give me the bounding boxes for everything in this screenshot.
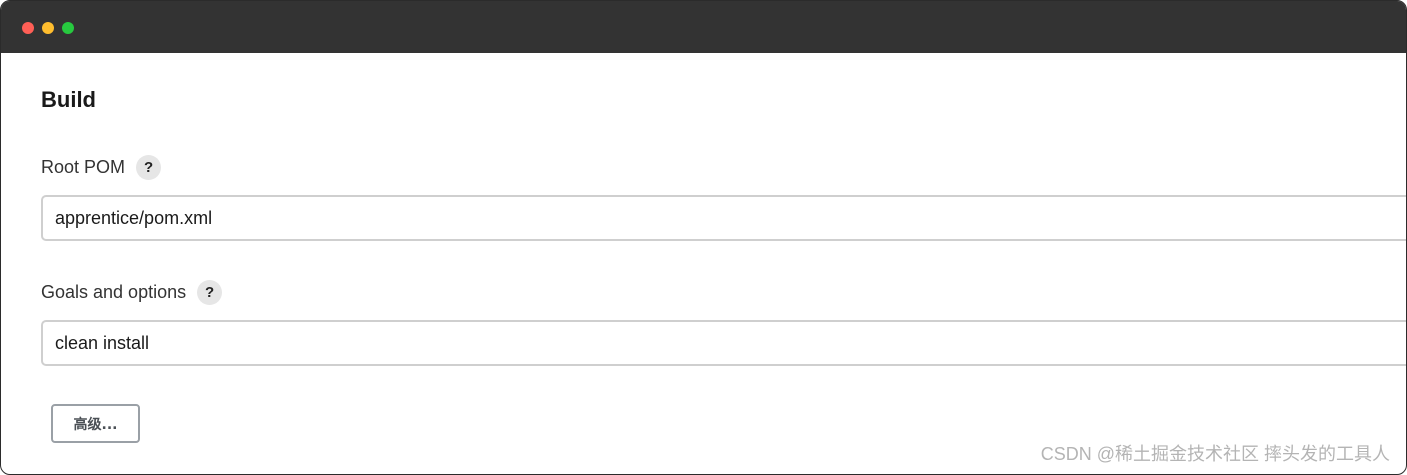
close-window-button[interactable]	[22, 22, 34, 34]
goals-options-label: Goals and options	[41, 282, 187, 302]
root-pom-input[interactable]	[41, 195, 1406, 241]
root-pom-label-row: Root POM ?	[41, 155, 162, 180]
root-pom-help-icon[interactable]: ?	[136, 155, 162, 180]
section-title: Build	[41, 87, 96, 112]
maximize-window-button[interactable]	[62, 22, 74, 34]
app-window: Build Root POM ? Goals and options ? 高级.…	[0, 0, 1407, 475]
root-pom-label: Root POM	[41, 157, 126, 177]
advanced-button[interactable]: 高级...	[51, 404, 140, 443]
window-titlebar	[1, 1, 1406, 53]
minimize-window-button[interactable]	[42, 22, 54, 34]
goals-options-label-row: Goals and options ?	[41, 280, 223, 305]
goals-options-help-icon[interactable]: ?	[197, 280, 223, 305]
watermark-text: CSDN @稀土掘金技术社区 摔头发的工具人	[1040, 444, 1390, 464]
goals-options-input[interactable]	[41, 320, 1406, 366]
